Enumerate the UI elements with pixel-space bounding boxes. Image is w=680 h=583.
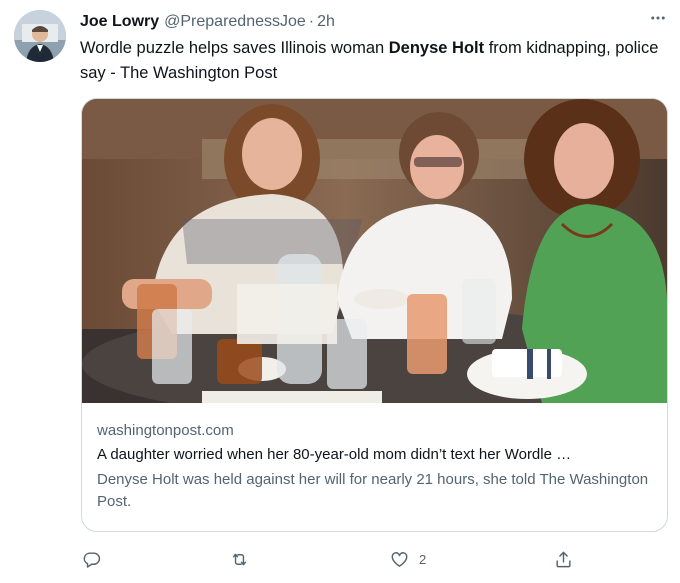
like-button[interactable]: 2 (390, 545, 426, 573)
tweet-header: Joe Lowry @PreparednessJoe · 2h (80, 11, 660, 33)
author-name[interactable]: Joe Lowry (80, 13, 159, 31)
card-title: A daughter worried when her 80-year-old … (97, 446, 572, 463)
retweet-icon (232, 553, 247, 565)
tweet-text-bold: Denyse Holt (388, 39, 485, 57)
reply-button[interactable] (82, 545, 111, 573)
tweet[interactable]: Joe Lowry @PreparednessJoe · 2h Wordle p… (0, 0, 680, 583)
card-description: Denyse Holt was held against her will fo… (97, 471, 649, 510)
separator-dot: · (308, 13, 315, 30)
avatar[interactable] (14, 10, 66, 62)
heart-icon (391, 551, 408, 567)
more-options-button[interactable] (646, 8, 670, 28)
card-domain: washingtonpost.com (97, 422, 234, 439)
reply-icon (83, 551, 101, 568)
timestamp[interactable]: 2h (317, 13, 335, 31)
retweet-button[interactable] (230, 545, 259, 573)
more-horizontal-icon (651, 16, 665, 20)
card-text: washingtonpost.com A daughter worried wh… (97, 421, 652, 513)
tweet-text-before: Wordle puzzle helps saves Illinois woman (80, 39, 389, 57)
card-image[interactable] (82, 99, 667, 403)
tweet-text: Wordle puzzle helps saves Illinois woman… (80, 36, 660, 86)
author-handle[interactable]: @PreparednessJoe (164, 13, 306, 31)
share-icon (556, 551, 571, 567)
tweet-actions: 2 (78, 545, 588, 573)
link-card[interactable]: washingtonpost.com A daughter worried wh… (81, 98, 668, 532)
share-button[interactable] (554, 545, 573, 573)
like-count: 2 (419, 551, 427, 567)
